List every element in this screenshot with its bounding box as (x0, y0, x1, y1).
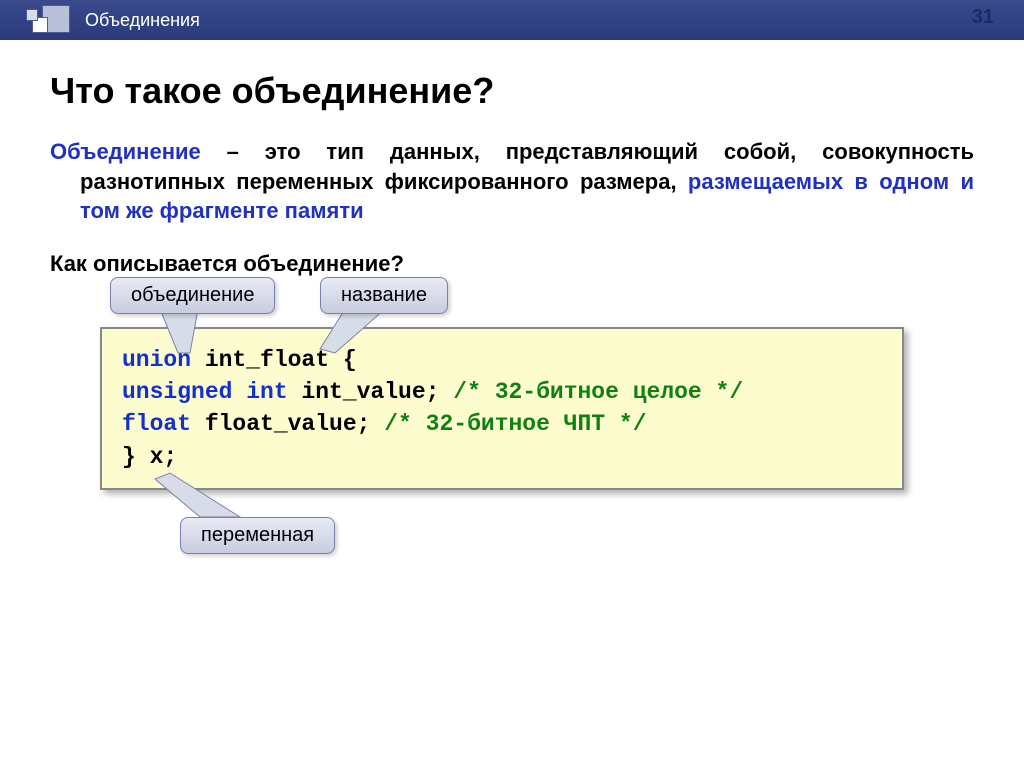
callout-name: название (320, 277, 448, 314)
page-number: 31 (972, 6, 994, 29)
pointer-union-icon (160, 309, 230, 359)
definition-paragraph: Объединение – это тип данных, представля… (80, 137, 974, 226)
code-line-2: unsigned int int_value; /* 32-битное цел… (122, 376, 882, 408)
code-line-3: float float_value; /* 32-битное ЧПТ */ (122, 408, 882, 440)
header-title: Объединения (85, 10, 200, 31)
pointer-name-icon (330, 309, 410, 359)
code-diagram: объединение название union int_float { u… (100, 327, 974, 490)
pointer-variable-icon (170, 467, 260, 522)
callout-union: объединение (110, 277, 275, 314)
callout-variable: переменная (180, 517, 335, 554)
slide-content: Что такое объединение? Объединение – это… (0, 40, 1024, 490)
definition-term: Объединение (50, 139, 201, 164)
slide-header: Объединения (0, 0, 1024, 40)
code-line-1: union int_float { (122, 344, 882, 376)
subheading: Как описывается объединение? (50, 251, 974, 277)
main-title: Что такое объединение? (50, 70, 974, 112)
logo-squares (20, 0, 70, 45)
